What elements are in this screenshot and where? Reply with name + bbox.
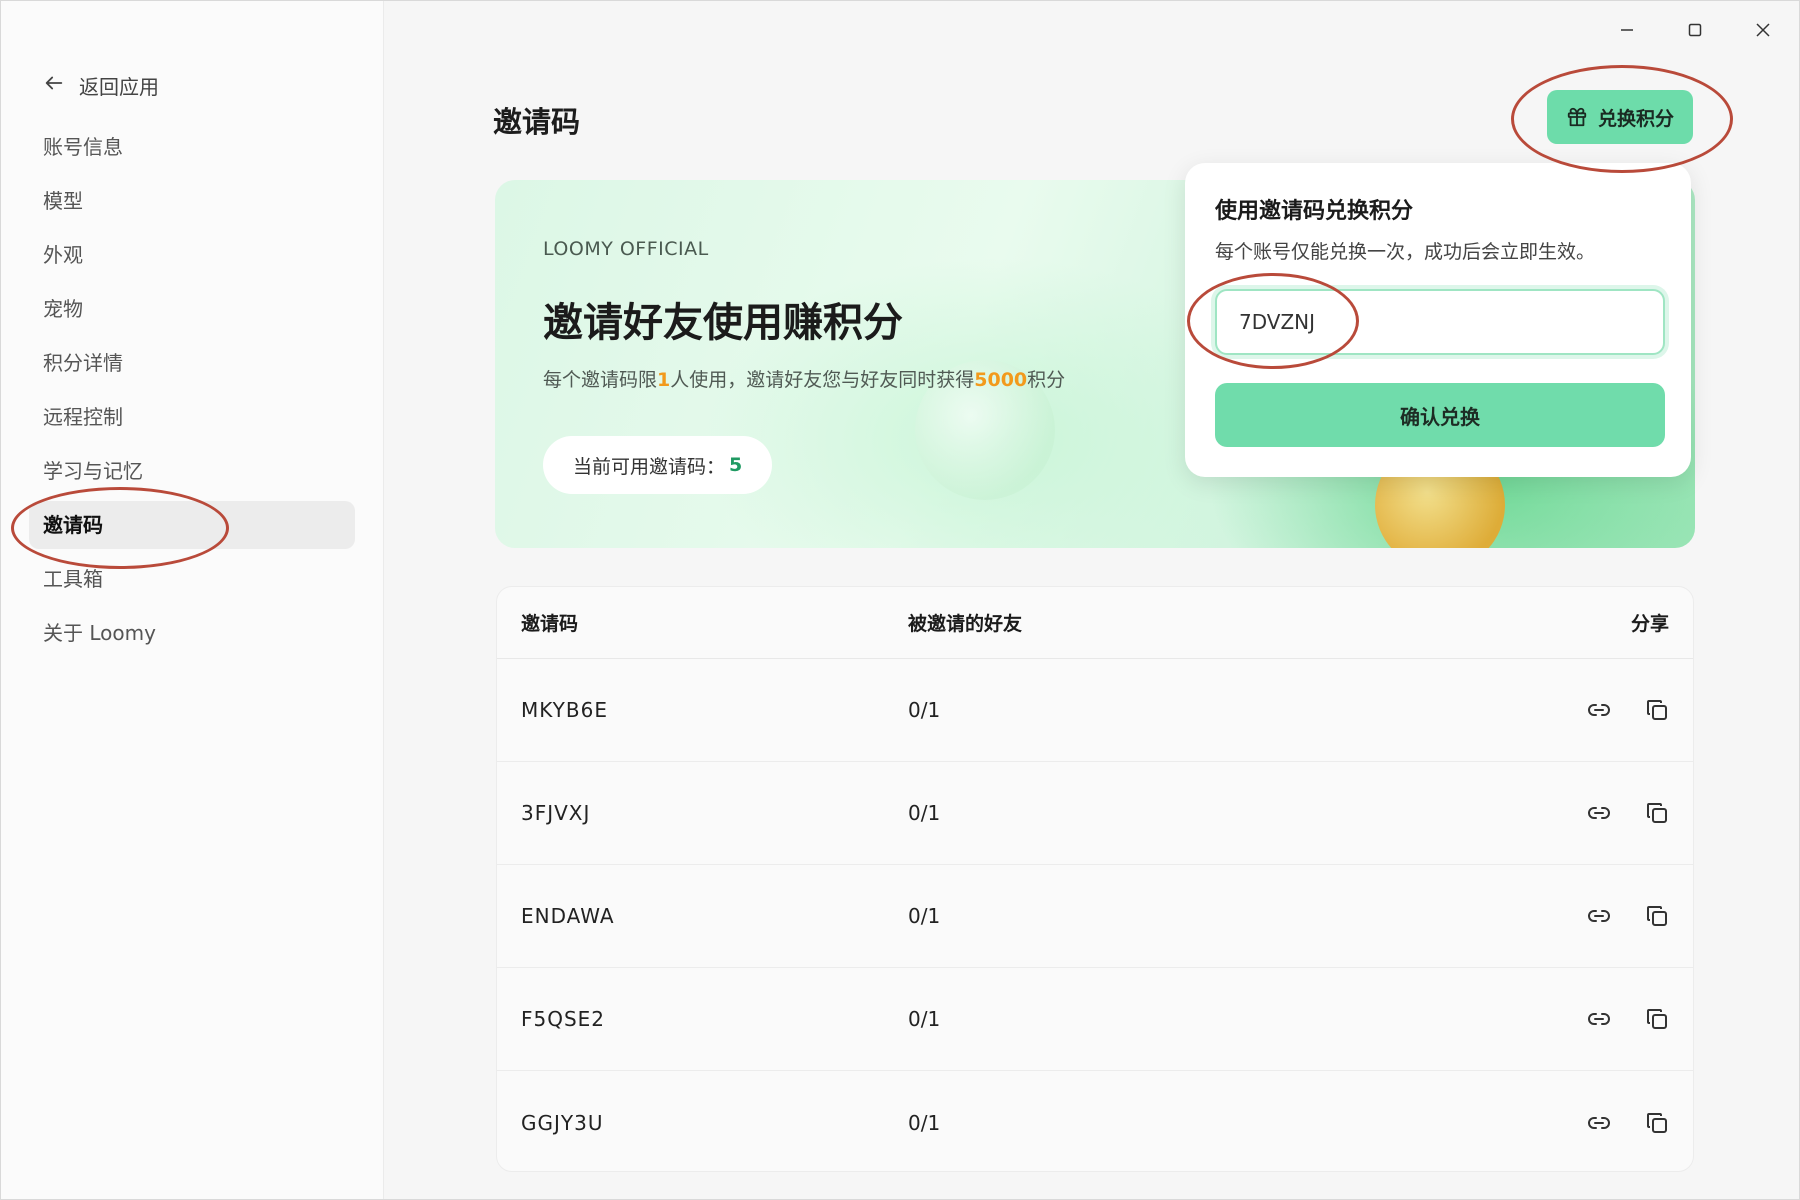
table-row: 3FJVXJ 0/1	[497, 762, 1693, 865]
copy-icon	[1647, 906, 1667, 926]
invite-code-table: 邀请码 被邀请的好友 分享 MKYB6E 0/1 3FJVXJ 0/1 ENDA…	[496, 586, 1694, 1172]
copy-link-button[interactable]	[1587, 698, 1611, 722]
copy-icon	[1647, 700, 1667, 720]
share-actions	[1508, 698, 1693, 722]
arrow-left-icon	[43, 72, 65, 99]
sidebar-item-appearance[interactable]: 外观	[29, 231, 355, 279]
back-label: 返回应用	[79, 75, 159, 99]
close-icon	[1756, 23, 1770, 37]
link-icon	[1588, 910, 1610, 922]
friends-count-cell: 0/1	[908, 1007, 941, 1031]
copy-link-button[interactable]	[1587, 801, 1611, 825]
friends-count-cell: 0/1	[908, 801, 941, 825]
sidebar-item-model[interactable]: 模型	[29, 177, 355, 225]
available-codes-badge: 当前可用邀请码： 5	[543, 436, 773, 494]
banner-title: 邀请好友使用赚积分	[543, 300, 903, 346]
copy-code-button[interactable]	[1645, 1007, 1669, 1031]
copy-code-button[interactable]	[1645, 1111, 1669, 1135]
banner-description: 每个邀请码限1人使用，邀请好友您与好友同时获得5000积分	[543, 365, 1065, 392]
share-actions	[1508, 1007, 1693, 1031]
redeem-points-button[interactable]: 兑换积分	[1547, 90, 1693, 144]
back-to-app-button[interactable]: 返回应用	[43, 71, 159, 100]
available-codes-count: 5	[729, 454, 743, 476]
banner-desc-part2: 人使用，邀请好友您与好友同时获得	[670, 369, 975, 391]
link-icon	[1588, 807, 1610, 819]
friends-count-cell: 0/1	[908, 698, 941, 722]
copy-icon	[1647, 803, 1667, 823]
friends-count-cell: 0/1	[908, 1110, 941, 1135]
page-title: 邀请码	[493, 105, 581, 139]
copy-code-button[interactable]	[1645, 698, 1669, 722]
link-icon	[1588, 704, 1610, 716]
sidebar-item-toolbox[interactable]: 工具箱	[29, 555, 355, 603]
sidebar-item-learning[interactable]: 学习与记忆	[29, 447, 355, 495]
redeem-popover-description: 每个账号仅能兑换一次，成功后会立即生效。	[1215, 241, 1596, 263]
gift-icon	[1567, 107, 1587, 127]
banner-desc-part1: 每个邀请码限	[543, 369, 658, 391]
invite-code-cell: 3FJVXJ	[521, 801, 591, 825]
table-row: ENDAWA 0/1	[497, 865, 1693, 968]
link-icon	[1588, 1116, 1610, 1129]
invite-code-cell: MKYB6E	[521, 698, 608, 722]
copy-code-button[interactable]	[1645, 904, 1669, 928]
sidebar-item-invite-code[interactable]: 邀请码	[29, 501, 355, 549]
available-codes-label: 当前可用邀请码：	[573, 455, 726, 478]
banner-desc-num2: 5000	[974, 369, 1028, 391]
copy-code-button[interactable]	[1645, 801, 1669, 825]
share-actions	[1508, 904, 1693, 928]
invite-code-cell: ENDAWA	[521, 904, 615, 928]
sidebar-item-about[interactable]: 关于 Loomy	[29, 609, 355, 657]
confirm-redeem-button[interactable]: 确认兑换	[1215, 383, 1665, 447]
minimize-icon	[1621, 29, 1633, 31]
window-controls	[1605, 15, 1785, 45]
copy-link-button[interactable]	[1587, 1007, 1611, 1031]
minimize-button[interactable]	[1605, 15, 1649, 45]
copy-link-button[interactable]	[1587, 1111, 1611, 1135]
maximize-button[interactable]	[1673, 15, 1717, 45]
share-actions	[1508, 1111, 1693, 1135]
invite-code-input[interactable]	[1215, 289, 1665, 355]
banner-desc-num1: 1	[657, 369, 671, 391]
column-header-code: 邀请码	[521, 613, 579, 635]
copy-icon	[1647, 1112, 1667, 1133]
redeem-popover-title: 使用邀请码兑换积分	[1215, 199, 1414, 224]
table-row: MKYB6E 0/1	[497, 659, 1693, 762]
invite-code-cell: F5QSE2	[521, 1007, 606, 1031]
sidebar: 返回应用 账号信息 模型 外观 宠物 积分详情 远程控制 学习与记忆 邀请码 工…	[1, 1, 384, 1199]
column-header-share: 分享	[1630, 613, 1669, 635]
redeem-points-label: 兑换积分	[1597, 107, 1674, 130]
redeem-popover: 使用邀请码兑换积分 每个账号仅能兑换一次，成功后会立即生效。 确认兑换	[1185, 163, 1691, 477]
friends-count-cell: 0/1	[908, 904, 941, 928]
close-button[interactable]	[1741, 15, 1785, 45]
table-row: F5QSE2 0/1	[497, 968, 1693, 1071]
sidebar-item-remote[interactable]: 远程控制	[29, 393, 355, 441]
table-header: 邀请码 被邀请的好友 分享	[497, 587, 1693, 659]
column-header-friends: 被邀请的好友	[908, 613, 1023, 635]
table-row: GGJY3U 0/1	[497, 1071, 1693, 1171]
banner-brand: LOOMY OFFICIAL	[543, 238, 709, 260]
maximize-icon	[1688, 23, 1702, 37]
copy-link-button[interactable]	[1587, 904, 1611, 928]
app-window: 返回应用 账号信息 模型 外观 宠物 积分详情 远程控制 学习与记忆 邀请码 工…	[0, 0, 1800, 1200]
link-icon	[1588, 1013, 1610, 1025]
sidebar-nav: 账号信息 模型 外观 宠物 积分详情 远程控制 学习与记忆 邀请码 工具箱 关于…	[29, 123, 355, 663]
sidebar-item-pet[interactable]: 宠物	[29, 285, 355, 333]
invite-code-cell: GGJY3U	[521, 1110, 604, 1135]
sidebar-item-account[interactable]: 账号信息	[29, 123, 355, 171]
sidebar-item-points[interactable]: 积分详情	[29, 339, 355, 387]
copy-icon	[1647, 1009, 1667, 1029]
share-actions	[1508, 801, 1693, 825]
banner-desc-part3: 积分	[1027, 369, 1066, 391]
